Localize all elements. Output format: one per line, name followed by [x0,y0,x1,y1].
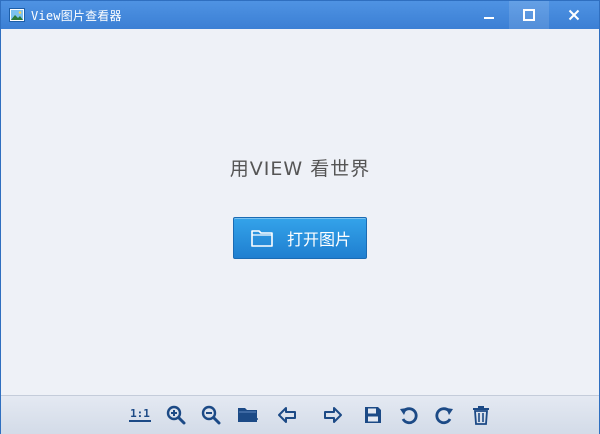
zoom-in-icon [166,405,186,425]
slogan-text: 用VIEW 看世界 [229,158,371,180]
previous-image-button[interactable] [276,405,298,425]
open-folder-icon [238,408,258,422]
save-button[interactable] [362,405,384,425]
open-image-button[interactable]: 打开图片 [233,217,367,259]
window-title: View图片查看器 [31,8,122,23]
folder-icon [251,230,273,247]
rotate-left-button[interactable] [398,405,420,425]
window-controls [469,1,599,29]
save-icon [365,407,381,423]
actual-size-icon: 1:1 [129,407,151,422]
rotate-right-icon [435,407,453,425]
app-logo-icon [9,8,25,22]
zoom-out-button[interactable] [200,405,222,425]
actual-size-button[interactable]: 1:1 [129,405,151,425]
minimize-icon [484,17,494,19]
close-button[interactable] [549,1,599,29]
next-icon [324,407,342,423]
minimize-button[interactable] [469,1,509,29]
close-icon [568,9,580,21]
rotate-left-icon [400,407,418,425]
next-image-button[interactable] [322,405,344,425]
bottom-toolbar: 1:1 [1,395,599,434]
maximize-icon [523,9,535,21]
maximize-button[interactable] [509,1,549,29]
delete-icon [473,406,489,425]
delete-button[interactable] [470,405,492,425]
open-image-label: 打开图片 [287,230,352,249]
previous-icon [278,407,296,423]
open-folder-button[interactable] [237,405,259,425]
rotate-right-button[interactable] [433,405,455,425]
app-window: View图片查看器 用VIEW 看世界 打开图片 1:1 [0,0,600,434]
zoom-in-button[interactable] [165,405,187,425]
zoom-out-icon [201,405,221,425]
title-bar[interactable]: View图片查看器 [1,1,599,29]
image-view-area[interactable]: 用VIEW 看世界 打开图片 [1,29,599,395]
